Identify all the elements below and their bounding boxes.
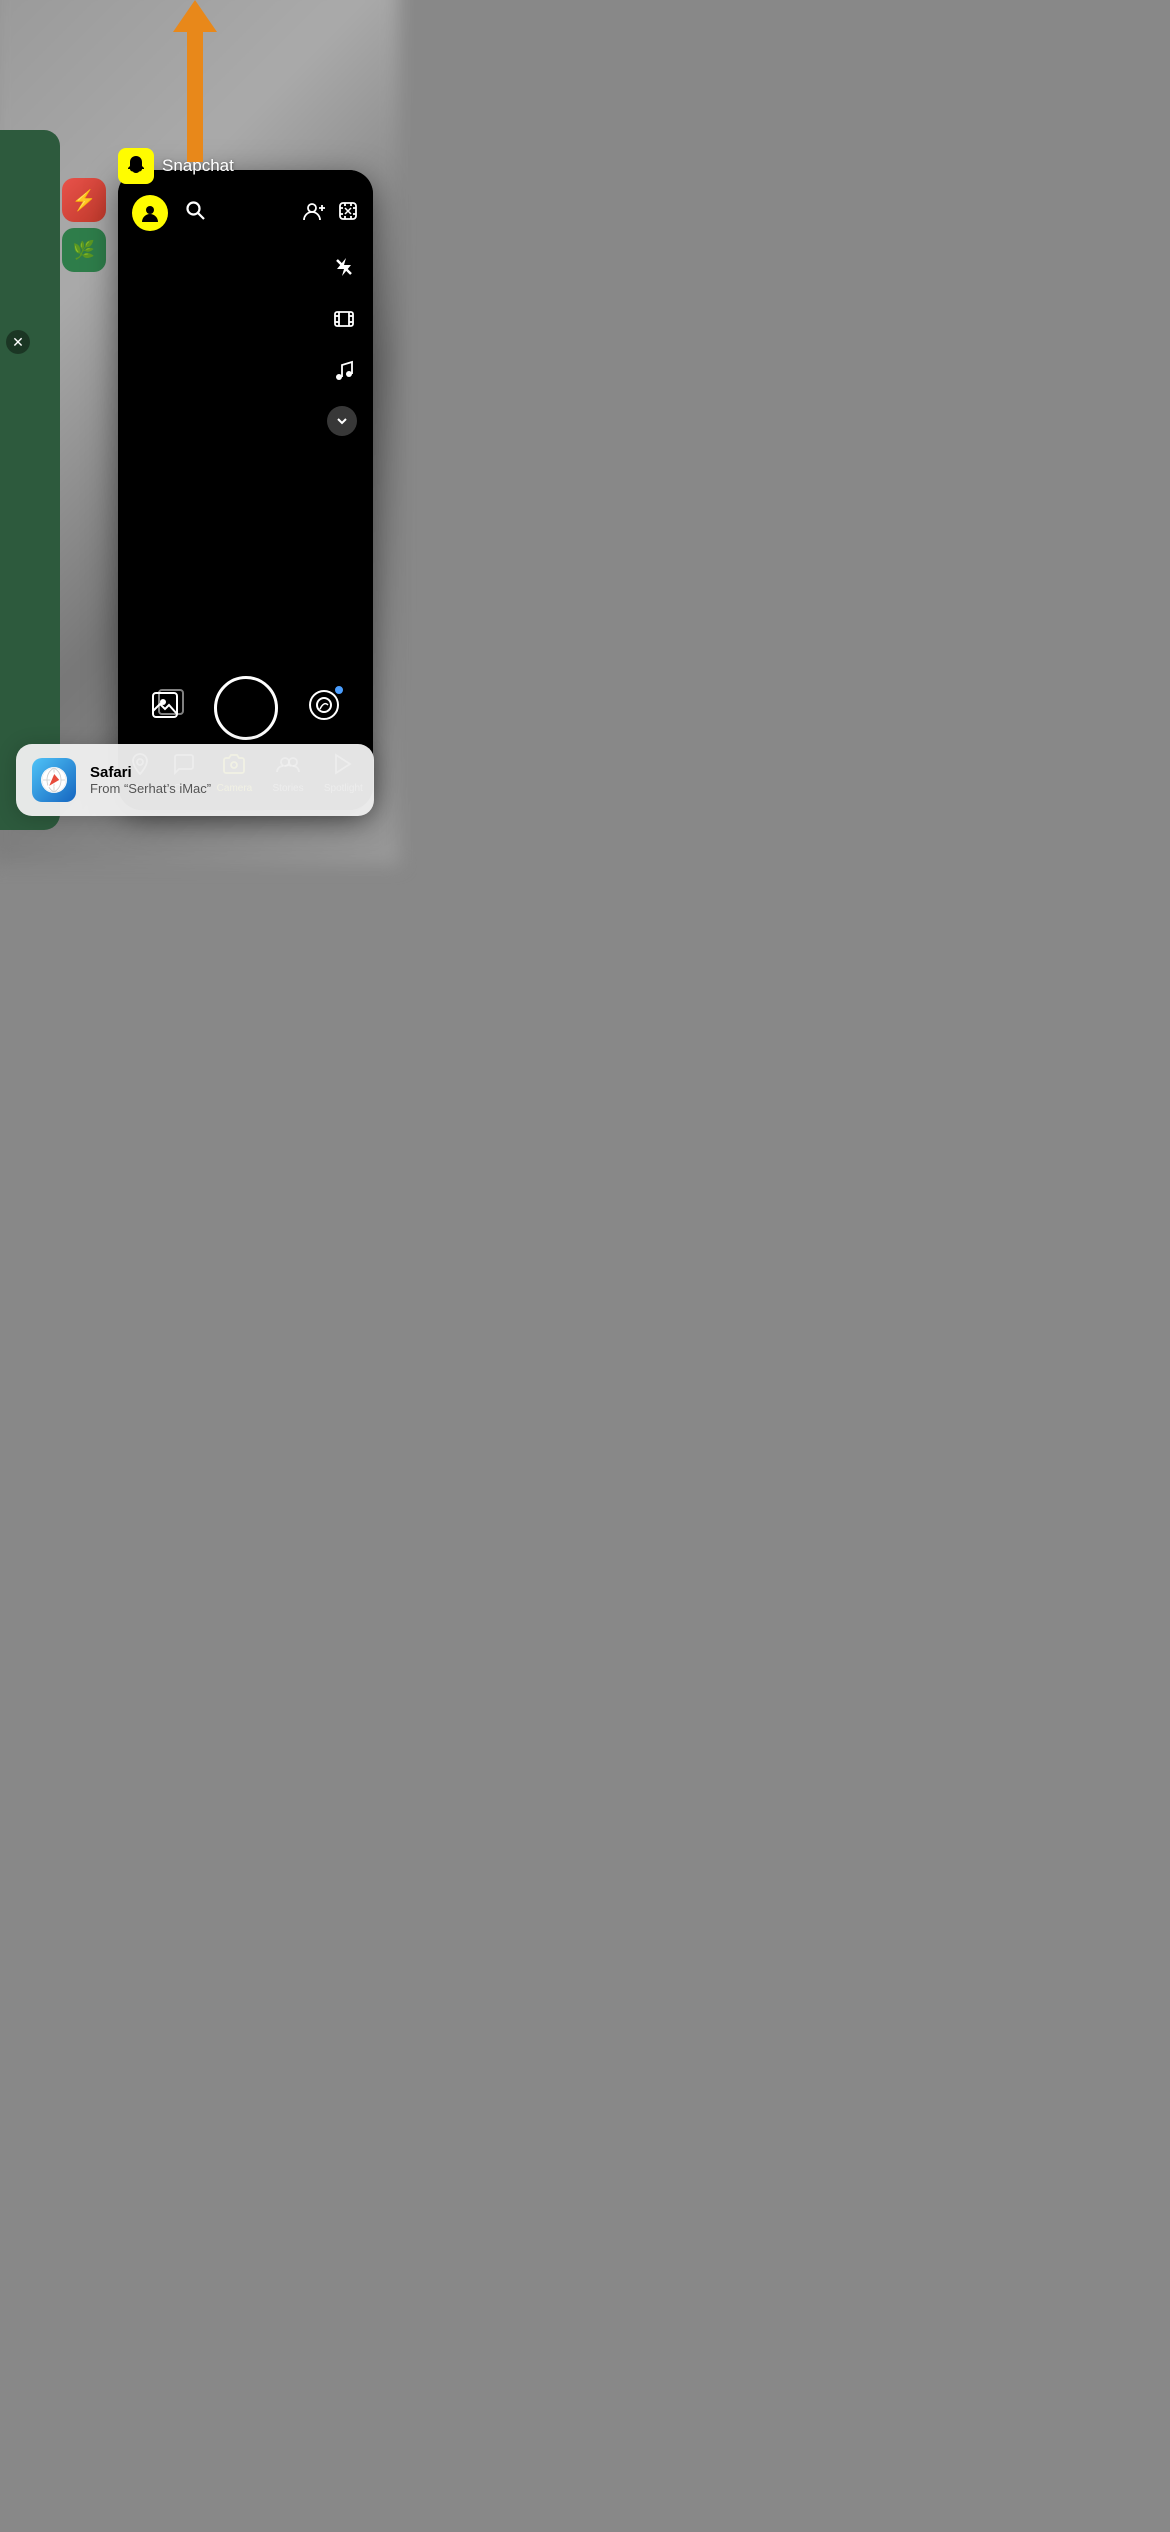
add-friend-icon[interactable] [303, 201, 327, 226]
safari-icon [32, 758, 76, 802]
camera-controls [118, 676, 373, 740]
more-tools-button[interactable] [327, 406, 357, 436]
lens-button[interactable] [306, 687, 342, 730]
rotate-camera-icon[interactable] [337, 200, 359, 227]
mini-app-icons: ⚡ 🌿 [62, 178, 106, 272]
safari-notification[interactable]: Safari From “Serhat’s iMac” [16, 744, 374, 816]
mini-icon-red-app: ⚡ [62, 178, 106, 222]
right-tools [327, 250, 361, 436]
notification-app-name: Safari [90, 764, 211, 781]
arrow-body [187, 32, 203, 162]
notification-text: Safari From “Serhat’s iMac” [90, 764, 211, 796]
snapchat-card: Map Chat Camera [118, 170, 373, 810]
shutter-button[interactable] [214, 676, 278, 740]
orange-arrow [173, 0, 217, 162]
avatar-button[interactable] [132, 195, 168, 231]
gallery-button[interactable] [150, 687, 186, 730]
search-icon[interactable] [184, 199, 206, 227]
notification-source: From “Serhat’s iMac” [90, 781, 211, 796]
shutter-inner [220, 682, 272, 734]
close-app-button[interactable]: ✕ [6, 330, 30, 354]
mini-icon-green-app: 🌿 [62, 228, 106, 272]
top-right-controls [303, 200, 359, 227]
snapchat-app-icon[interactable] [118, 148, 154, 184]
music-icon[interactable] [327, 354, 361, 388]
lens-notification-dot [334, 685, 344, 695]
film-strip-icon[interactable] [327, 302, 361, 336]
flash-off-icon[interactable] [327, 250, 361, 284]
background-app-card-green [0, 130, 60, 830]
arrow-head [173, 0, 217, 32]
